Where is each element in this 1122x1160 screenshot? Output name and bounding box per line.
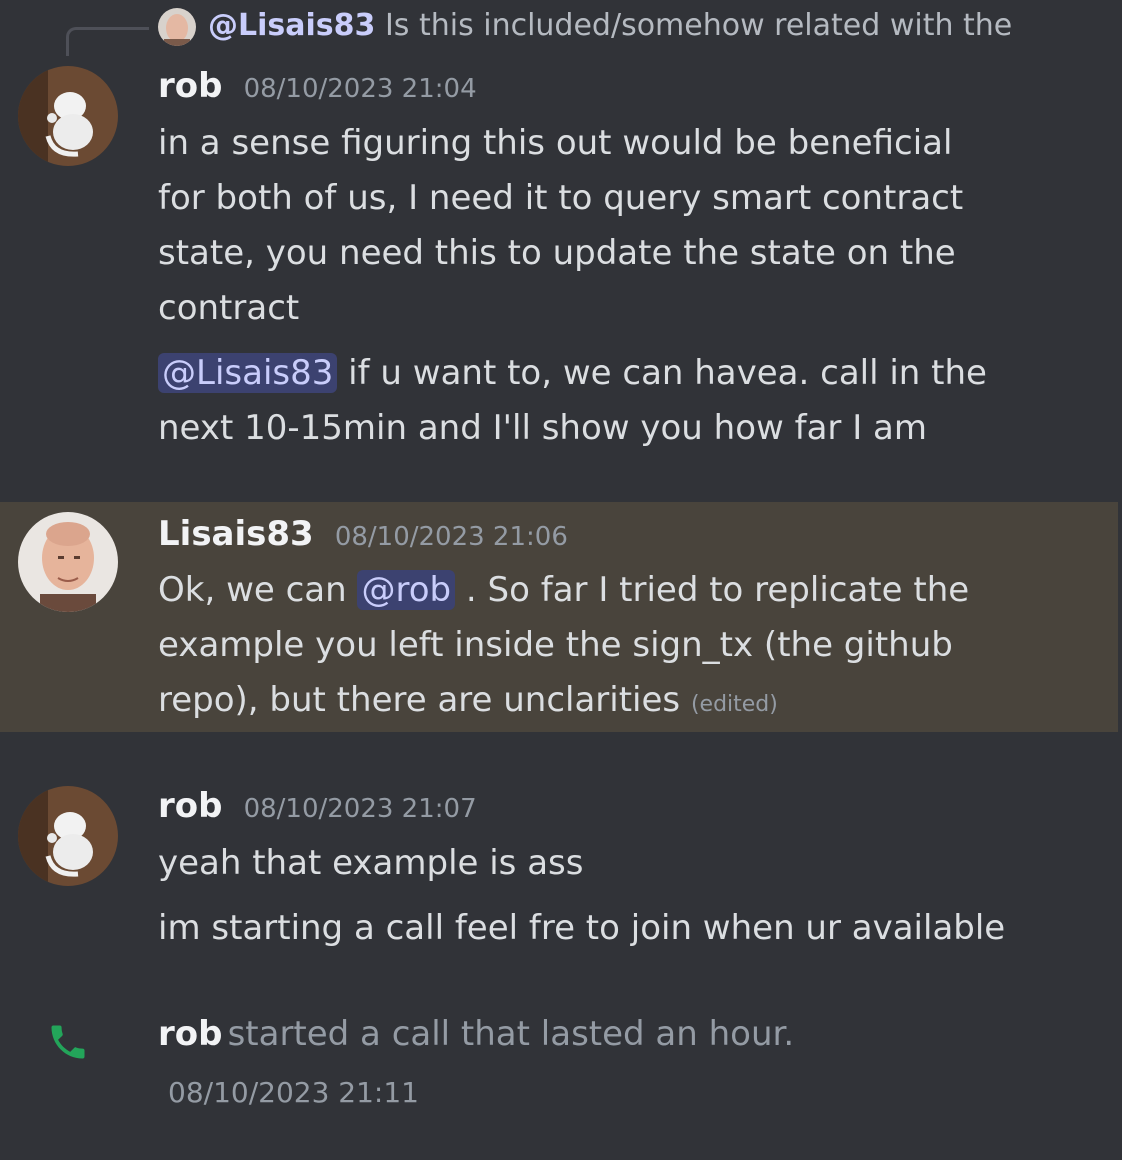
- message-text: Ok, we can: [158, 570, 358, 610]
- message-line: example you left inside the sign_tx (the…: [158, 625, 953, 665]
- message-line: @Lisais83 if u want to, we can havea. ca…: [158, 346, 987, 401]
- reply-preview[interactable]: @Lisais83 Is this included/somehow relat…: [208, 8, 1012, 43]
- username[interactable]: rob: [158, 1014, 222, 1054]
- message-text: if u want to, we can havea. call in the: [337, 353, 987, 393]
- timestamp[interactable]: 08/10/2023 21:11: [168, 1076, 419, 1109]
- reply-snippet: Is this included/somehow related with th…: [384, 8, 1013, 43]
- username[interactable]: rob: [158, 786, 222, 826]
- reply-avatar[interactable]: [158, 8, 196, 46]
- avatar[interactable]: [18, 512, 118, 612]
- username[interactable]: Lisais83: [158, 514, 314, 554]
- message-line: im starting a call feel fre to join when…: [158, 908, 1006, 948]
- user-mention[interactable]: @Lisais83: [158, 353, 338, 393]
- timestamp[interactable]: 08/10/2023 21:04: [244, 74, 477, 104]
- avatar[interactable]: [18, 66, 118, 166]
- phone-icon: [46, 1020, 90, 1064]
- message-line: in a sense figuring this out would be be…: [158, 123, 953, 163]
- message-line: contract: [158, 288, 300, 328]
- message-line: for both of us, I need it to query smart…: [158, 178, 964, 218]
- message-line: repo), but there are unclarities (edited…: [158, 673, 969, 732]
- message-content: yeah that example is ass: [158, 836, 583, 891]
- avatar[interactable]: [18, 786, 118, 886]
- reply-spine: [66, 27, 149, 56]
- timestamp[interactable]: 08/10/2023 21:06: [335, 522, 568, 552]
- message-content: im starting a call feel fre to join when…: [158, 901, 1005, 956]
- call-message: rob started a call that lasted an hour.: [158, 1014, 794, 1054]
- user-mention[interactable]: @rob: [357, 570, 456, 610]
- message-content: @Lisais83 if u want to, we can havea. ca…: [158, 346, 987, 456]
- username[interactable]: rob: [158, 66, 222, 106]
- message-header: rob 08/10/2023 21:07: [158, 786, 477, 826]
- message-text: . So far I tried to replicate the: [455, 570, 970, 610]
- message-text: repo), but there are unclarities: [158, 680, 681, 720]
- message-line: Ok, we can @rob . So far I tried to repl…: [158, 563, 969, 618]
- message-line: yeah that example is ass: [158, 843, 584, 883]
- reply-author[interactable]: @Lisais83: [208, 8, 375, 43]
- edited-label: (edited): [690, 692, 778, 717]
- message-header: Lisais83 08/10/2023 21:06: [158, 514, 568, 554]
- timestamp[interactable]: 08/10/2023 21:07: [244, 794, 477, 824]
- message-content: Ok, we can @rob . So far I tried to repl…: [158, 563, 969, 732]
- message-line: state, you need this to update the state…: [158, 233, 956, 273]
- message-line: next 10-15min and I'll show you how far …: [158, 408, 928, 448]
- message-header: rob 08/10/2023 21:04: [158, 66, 477, 106]
- call-text: started a call that lasted an hour.: [227, 1014, 795, 1054]
- message-content: in a sense figuring this out would be be…: [158, 116, 963, 336]
